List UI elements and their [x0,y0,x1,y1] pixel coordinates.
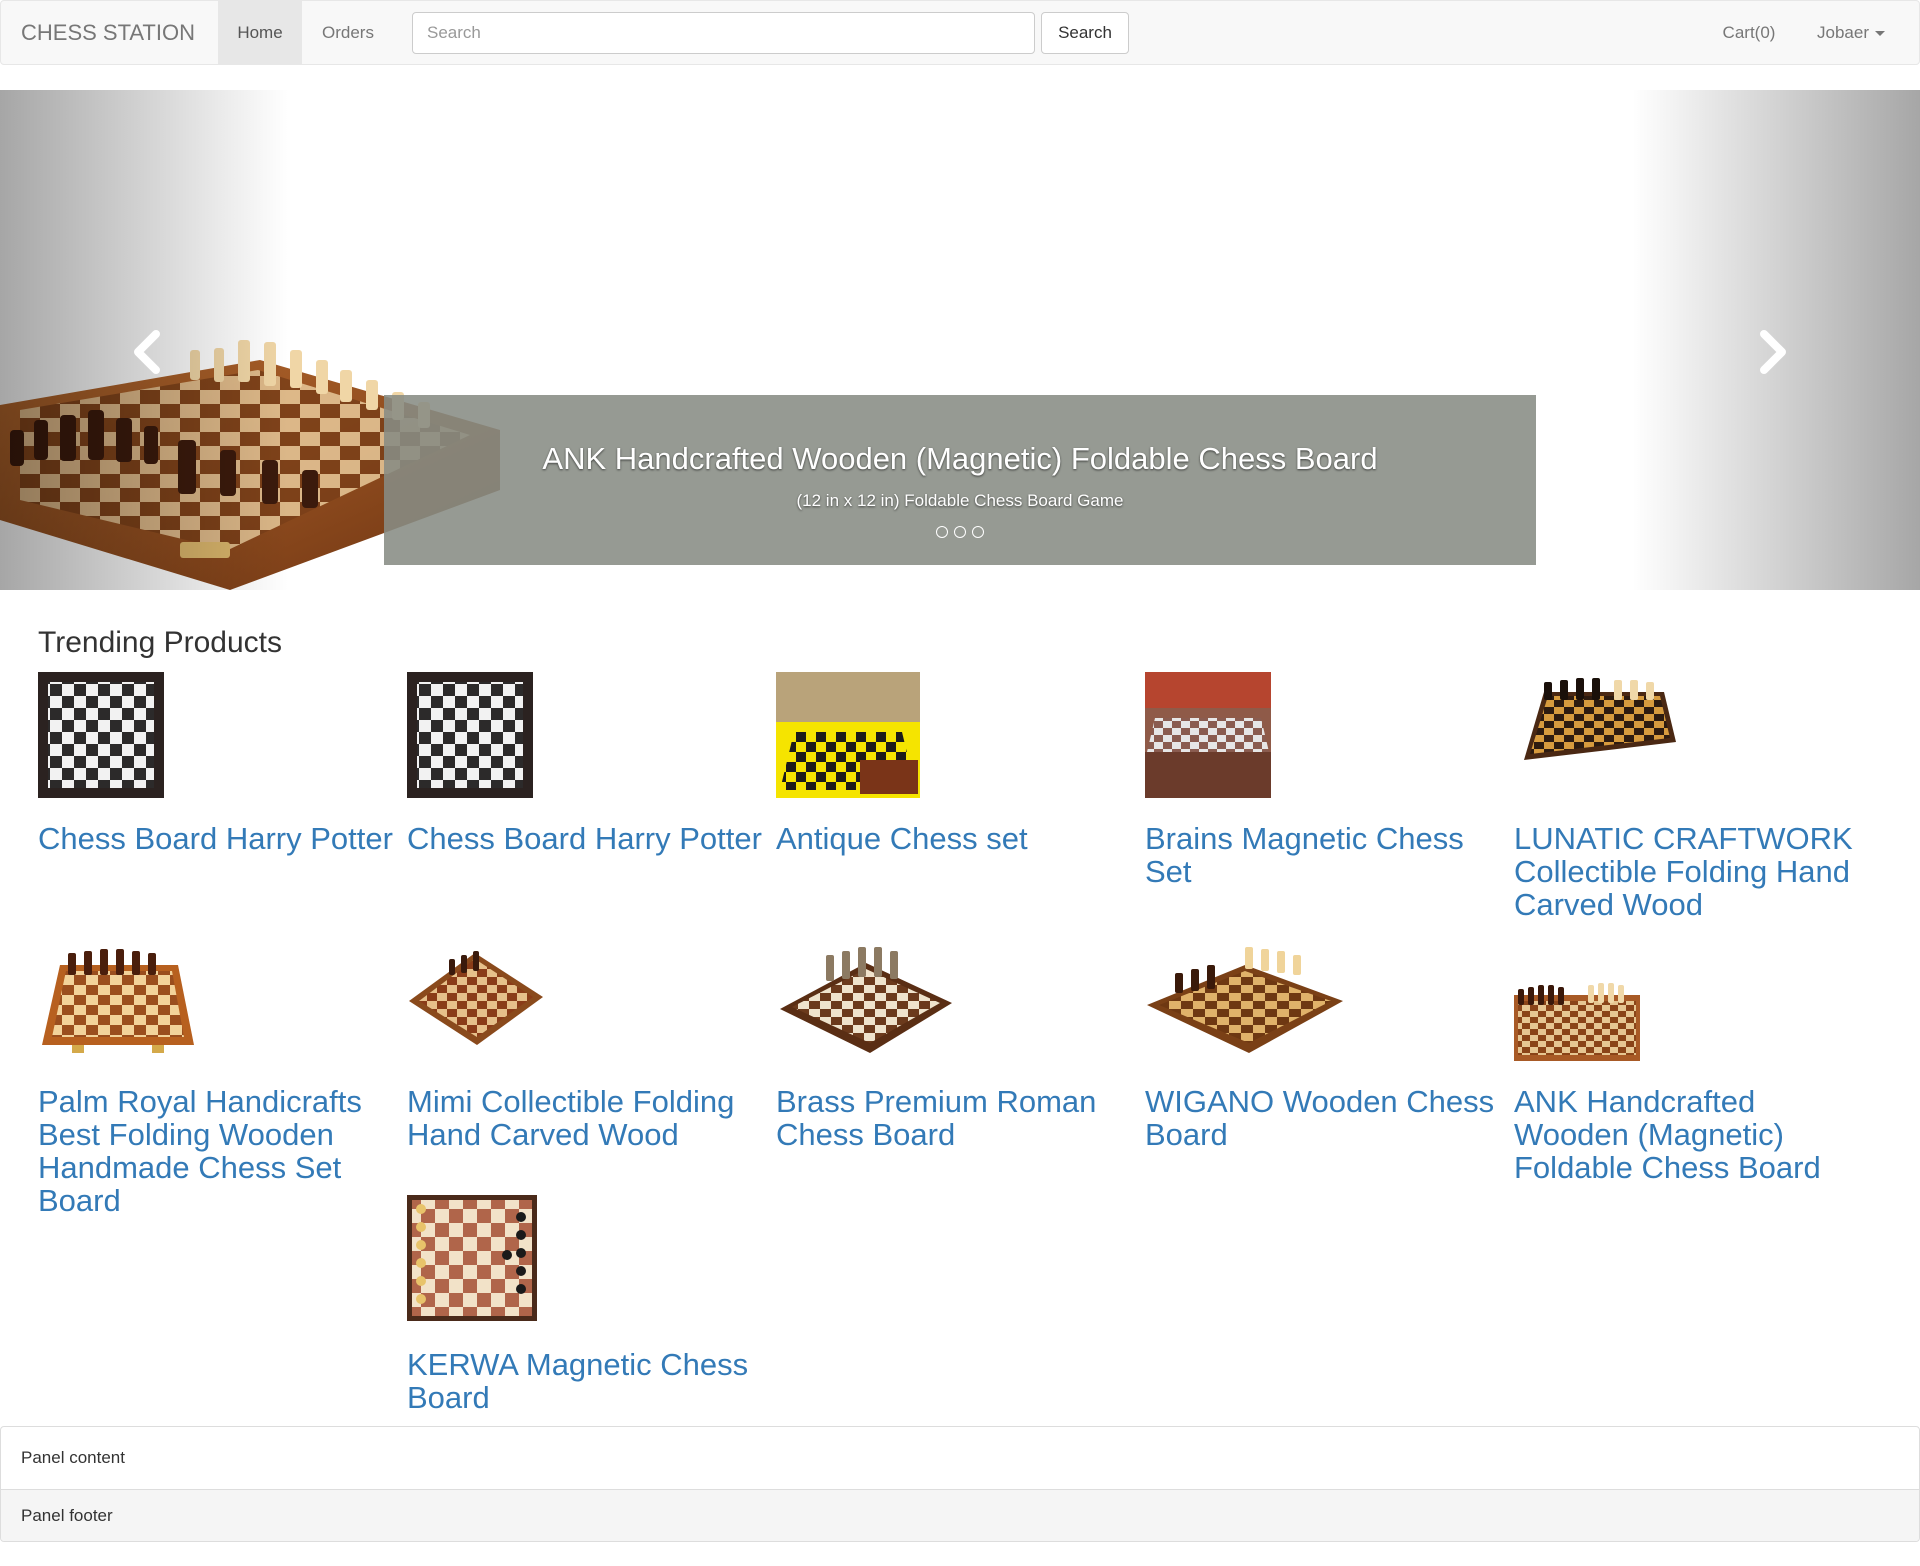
product-card[interactable]: Palm Royal Handicrafts Best Folding Wood… [38,945,402,1217]
nav-home[interactable]: Home [218,1,302,64]
product-image[interactable] [407,672,533,798]
caret-down-icon [1874,31,1885,37]
product-image[interactable] [407,945,543,1055]
product-image[interactable] [776,945,956,1055]
nav-cart[interactable]: Cart(0) [1701,1,1797,64]
product-card[interactable]: Brass Premium Roman Chess Board [776,945,1140,1151]
product-title[interactable]: Brains Magnetic Chess Set [1145,822,1509,888]
product-title[interactable]: WIGANO Wooden Chess Board [1145,1085,1509,1151]
panel: Panel content Panel footer [0,1426,1920,1542]
brand-link[interactable]: CHESS STATION [21,1,195,64]
product-image[interactable] [1514,672,1678,772]
panel-content: Panel content [1,1427,1919,1490]
chevron-left-icon[interactable] [118,322,178,382]
product-title[interactable]: Brass Premium Roman Chess Board [776,1085,1140,1151]
search-button[interactable]: Search [1041,12,1129,54]
product-card[interactable]: ANK Handcrafted Wooden (Magnetic) Foldab… [1514,945,1878,1184]
product-card[interactable]: Antique Chess set [776,672,1140,855]
carousel-subtitle: (12 in x 12 in) Foldable Chess Board Gam… [796,491,1124,510]
product-title[interactable]: Chess Board Harry Potter [407,822,762,855]
product-image[interactable] [776,672,920,798]
carousel: ANK Handcrafted Wooden (Magnetic) Foldab… [0,90,1920,590]
user-menu[interactable]: Jobaer [1801,1,1901,64]
product-card[interactable]: Chess Board Harry Potter [38,672,402,855]
navbar: CHESS STATION Home Orders Search Search … [0,0,1920,65]
product-title[interactable]: LUNATIC CRAFTWORK Collectible Folding Ha… [1514,822,1878,921]
carousel-caption: ANK Handcrafted Wooden (Magnetic) Foldab… [384,395,1536,565]
product-image[interactable] [38,945,198,1055]
carousel-indicators [384,525,1536,543]
panel-footer: Panel footer [1,1490,1919,1541]
carousel-indicator[interactable] [936,526,948,538]
product-title[interactable]: KERWA Magnetic Chess Board [407,1348,771,1414]
product-title[interactable]: Antique Chess set [776,822,1028,855]
product-card[interactable]: KERWA Magnetic Chess Board [407,1195,771,1414]
product-image[interactable] [407,1195,537,1321]
chevron-right-icon[interactable] [1742,322,1802,382]
product-card[interactable]: WIGANO Wooden Chess Board [1145,945,1509,1151]
nav-orders[interactable]: Orders [302,1,394,64]
product-title[interactable]: Palm Royal Handicrafts Best Folding Wood… [38,1085,402,1217]
product-card[interactable]: LUNATIC CRAFTWORK Collectible Folding Ha… [1514,672,1878,921]
product-title[interactable]: Chess Board Harry Potter [38,822,393,855]
carousel-indicator[interactable] [972,526,984,538]
carousel-title: ANK Handcrafted Wooden (Magnetic) Foldab… [542,441,1378,476]
product-image[interactable] [1145,672,1271,798]
product-card[interactable]: Brains Magnetic Chess Set [1145,672,1509,888]
product-image[interactable] [1514,945,1640,1061]
product-card[interactable]: Mimi Collectible Folding Hand Carved Woo… [407,945,771,1151]
search-input[interactable]: Search [412,12,1035,54]
product-image[interactable] [1145,945,1345,1055]
trending-heading: Trending Products [38,626,283,659]
product-card[interactable]: Chess Board Harry Potter [407,672,771,855]
carousel-indicator[interactable] [954,526,966,538]
product-title[interactable]: Mimi Collectible Folding Hand Carved Woo… [407,1085,771,1151]
product-title[interactable]: ANK Handcrafted Wooden (Magnetic) Foldab… [1514,1085,1878,1184]
product-image[interactable] [38,672,164,798]
user-name: Jobaer [1817,23,1869,42]
